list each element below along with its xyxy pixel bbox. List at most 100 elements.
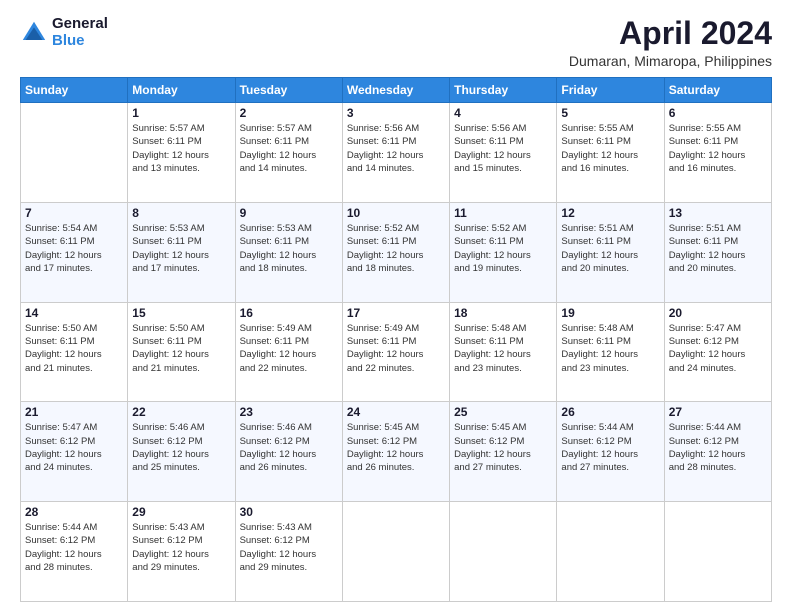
calendar-cell: 23 Sunrise: 5:46 AM Sunset: 6:12 PM Dayli… bbox=[235, 402, 342, 502]
day-info: Sunrise: 5:48 AM Sunset: 6:11 PM Dayligh… bbox=[561, 322, 659, 375]
main-title: April 2024 bbox=[569, 16, 772, 51]
calendar-cell: 19 Sunrise: 5:48 AM Sunset: 6:11 PM Dayli… bbox=[557, 302, 664, 402]
day-info: Sunrise: 5:45 AM Sunset: 6:12 PM Dayligh… bbox=[454, 421, 552, 474]
calendar-cell: 16 Sunrise: 5:49 AM Sunset: 6:11 PM Dayli… bbox=[235, 302, 342, 402]
day-info: Sunrise: 5:44 AM Sunset: 6:12 PM Dayligh… bbox=[25, 521, 123, 574]
day-info: Sunrise: 5:49 AM Sunset: 6:11 PM Dayligh… bbox=[240, 322, 338, 375]
day-info: Sunrise: 5:52 AM Sunset: 6:11 PM Dayligh… bbox=[347, 222, 445, 275]
day-number: 5 bbox=[561, 106, 659, 120]
logo-icon bbox=[20, 19, 48, 47]
day-number: 11 bbox=[454, 206, 552, 220]
calendar-week-3: 14 Sunrise: 5:50 AM Sunset: 6:11 PM Dayli… bbox=[21, 302, 772, 402]
day-number: 29 bbox=[132, 505, 230, 519]
day-info: Sunrise: 5:51 AM Sunset: 6:11 PM Dayligh… bbox=[669, 222, 767, 275]
calendar-cell: 14Sunrise: 5:50 AM Sunset: 6:11 PM Dayli… bbox=[21, 302, 128, 402]
day-info: Sunrise: 5:53 AM Sunset: 6:11 PM Dayligh… bbox=[240, 222, 338, 275]
day-number: 4 bbox=[454, 106, 552, 120]
day-number: 27 bbox=[669, 405, 767, 419]
calendar-cell: 3Sunrise: 5:56 AM Sunset: 6:11 PM Daylig… bbox=[342, 103, 449, 203]
day-info: Sunrise: 5:47 AM Sunset: 6:12 PM Dayligh… bbox=[669, 322, 767, 375]
calendar-cell bbox=[557, 502, 664, 602]
day-number: 23 bbox=[240, 405, 338, 419]
calendar-cell bbox=[664, 502, 771, 602]
calendar-cell: 27Sunrise: 5:44 AM Sunset: 6:12 PM Dayli… bbox=[664, 402, 771, 502]
calendar-week-4: 21Sunrise: 5:47 AM Sunset: 6:12 PM Dayli… bbox=[21, 402, 772, 502]
day-number: 14 bbox=[25, 306, 123, 320]
title-block: April 2024 Dumaran, Mimaropa, Philippine… bbox=[569, 16, 772, 69]
logo-text: General Blue bbox=[52, 16, 108, 49]
calendar-cell: 24 Sunrise: 5:45 AM Sunset: 6:12 PM Dayli… bbox=[342, 402, 449, 502]
day-number: 26 bbox=[561, 405, 659, 419]
day-info: Sunrise: 5:44 AM Sunset: 6:12 PM Dayligh… bbox=[561, 421, 659, 474]
day-info: Sunrise: 5:43 AM Sunset: 6:12 PM Dayligh… bbox=[240, 521, 338, 574]
day-number: 7 bbox=[25, 206, 123, 220]
calendar-cell: 30Sunrise: 5:43 AM Sunset: 6:12 PM Dayli… bbox=[235, 502, 342, 602]
day-number: 18 bbox=[454, 306, 552, 320]
calendar-header-row: SundayMondayTuesdayWednesdayThursdayFrid… bbox=[21, 78, 772, 103]
day-info: Sunrise: 5:50 AM Sunset: 6:11 PM Dayligh… bbox=[132, 322, 230, 375]
calendar-week-2: 7 Sunrise: 5:54 AM Sunset: 6:11 PM Daylig… bbox=[21, 202, 772, 302]
calendar-cell: 15 Sunrise: 5:50 AM Sunset: 6:11 PM Dayli… bbox=[128, 302, 235, 402]
calendar-cell bbox=[450, 502, 557, 602]
day-number: 15 bbox=[132, 306, 230, 320]
calendar-cell: 8 Sunrise: 5:53 AM Sunset: 6:11 PM Daylig… bbox=[128, 202, 235, 302]
day-number: 12 bbox=[561, 206, 659, 220]
day-number: 9 bbox=[240, 206, 338, 220]
day-info: Sunrise: 5:46 AM Sunset: 6:12 PM Dayligh… bbox=[132, 421, 230, 474]
day-info: Sunrise: 5:48 AM Sunset: 6:11 PM Dayligh… bbox=[454, 322, 552, 375]
day-info: Sunrise: 5:52 AM Sunset: 6:11 PM Dayligh… bbox=[454, 222, 552, 275]
calendar-header-friday: Friday bbox=[557, 78, 664, 103]
calendar-cell: 11 Sunrise: 5:52 AM Sunset: 6:11 PM Dayli… bbox=[450, 202, 557, 302]
calendar-cell: 9 Sunrise: 5:53 AM Sunset: 6:11 PM Daylig… bbox=[235, 202, 342, 302]
calendar-cell: 28 Sunrise: 5:44 AM Sunset: 6:12 PM Dayli… bbox=[21, 502, 128, 602]
calendar-cell: 17 Sunrise: 5:49 AM Sunset: 6:11 PM Dayli… bbox=[342, 302, 449, 402]
day-info: Sunrise: 5:56 AM Sunset: 6:11 PM Dayligh… bbox=[454, 122, 552, 175]
day-number: 8 bbox=[132, 206, 230, 220]
calendar-cell: 6Sunrise: 5:55 AM Sunset: 6:11 PM Daylig… bbox=[664, 103, 771, 203]
day-number: 2 bbox=[240, 106, 338, 120]
day-number: 24 bbox=[347, 405, 445, 419]
logo: General Blue bbox=[20, 16, 108, 49]
day-number: 19 bbox=[561, 306, 659, 320]
day-info: Sunrise: 5:57 AM Sunset: 6:11 PM Dayligh… bbox=[132, 122, 230, 175]
calendar-cell: 13 Sunrise: 5:51 AM Sunset: 6:11 PM Dayli… bbox=[664, 202, 771, 302]
calendar-cell: 29 Sunrise: 5:43 AM Sunset: 6:12 PM Dayli… bbox=[128, 502, 235, 602]
calendar-header-saturday: Saturday bbox=[664, 78, 771, 103]
day-info: Sunrise: 5:46 AM Sunset: 6:12 PM Dayligh… bbox=[240, 421, 338, 474]
calendar-cell bbox=[21, 103, 128, 203]
calendar-cell: 5Sunrise: 5:55 AM Sunset: 6:11 PM Daylig… bbox=[557, 103, 664, 203]
calendar-cell: 10Sunrise: 5:52 AM Sunset: 6:11 PM Dayli… bbox=[342, 202, 449, 302]
day-number: 22 bbox=[132, 405, 230, 419]
day-info: Sunrise: 5:49 AM Sunset: 6:11 PM Dayligh… bbox=[347, 322, 445, 375]
day-info: Sunrise: 5:43 AM Sunset: 6:12 PM Dayligh… bbox=[132, 521, 230, 574]
calendar-cell: 12Sunrise: 5:51 AM Sunset: 6:11 PM Dayli… bbox=[557, 202, 664, 302]
day-number: 25 bbox=[454, 405, 552, 419]
page: General Blue April 2024 Dumaran, Mimarop… bbox=[0, 0, 792, 612]
calendar-cell: 21Sunrise: 5:47 AM Sunset: 6:12 PM Dayli… bbox=[21, 402, 128, 502]
day-number: 13 bbox=[669, 206, 767, 220]
calendar-week-1: 1 Sunrise: 5:57 AM Sunset: 6:11 PM Daylig… bbox=[21, 103, 772, 203]
day-number: 1 bbox=[132, 106, 230, 120]
calendar-cell: 20Sunrise: 5:47 AM Sunset: 6:12 PM Dayli… bbox=[664, 302, 771, 402]
day-number: 16 bbox=[240, 306, 338, 320]
day-number: 21 bbox=[25, 405, 123, 419]
calendar-cell: 4 Sunrise: 5:56 AM Sunset: 6:11 PM Daylig… bbox=[450, 103, 557, 203]
calendar-week-5: 28 Sunrise: 5:44 AM Sunset: 6:12 PM Dayli… bbox=[21, 502, 772, 602]
day-number: 28 bbox=[25, 505, 123, 519]
day-info: Sunrise: 5:56 AM Sunset: 6:11 PM Dayligh… bbox=[347, 122, 445, 175]
calendar-cell: 18 Sunrise: 5:48 AM Sunset: 6:11 PM Dayli… bbox=[450, 302, 557, 402]
day-info: Sunrise: 5:54 AM Sunset: 6:11 PM Dayligh… bbox=[25, 222, 123, 275]
day-number: 6 bbox=[669, 106, 767, 120]
day-info: Sunrise: 5:53 AM Sunset: 6:11 PM Dayligh… bbox=[132, 222, 230, 275]
calendar-header-thursday: Thursday bbox=[450, 78, 557, 103]
calendar-cell: 25 Sunrise: 5:45 AM Sunset: 6:12 PM Dayli… bbox=[450, 402, 557, 502]
calendar-cell: 26 Sunrise: 5:44 AM Sunset: 6:12 PM Dayli… bbox=[557, 402, 664, 502]
calendar-table: SundayMondayTuesdayWednesdayThursdayFrid… bbox=[20, 77, 772, 602]
header: General Blue April 2024 Dumaran, Mimarop… bbox=[20, 16, 772, 69]
day-info: Sunrise: 5:57 AM Sunset: 6:11 PM Dayligh… bbox=[240, 122, 338, 175]
subtitle: Dumaran, Mimaropa, Philippines bbox=[569, 53, 772, 69]
calendar-cell: 7 Sunrise: 5:54 AM Sunset: 6:11 PM Daylig… bbox=[21, 202, 128, 302]
calendar-cell: 1 Sunrise: 5:57 AM Sunset: 6:11 PM Daylig… bbox=[128, 103, 235, 203]
day-info: Sunrise: 5:45 AM Sunset: 6:12 PM Dayligh… bbox=[347, 421, 445, 474]
day-number: 17 bbox=[347, 306, 445, 320]
